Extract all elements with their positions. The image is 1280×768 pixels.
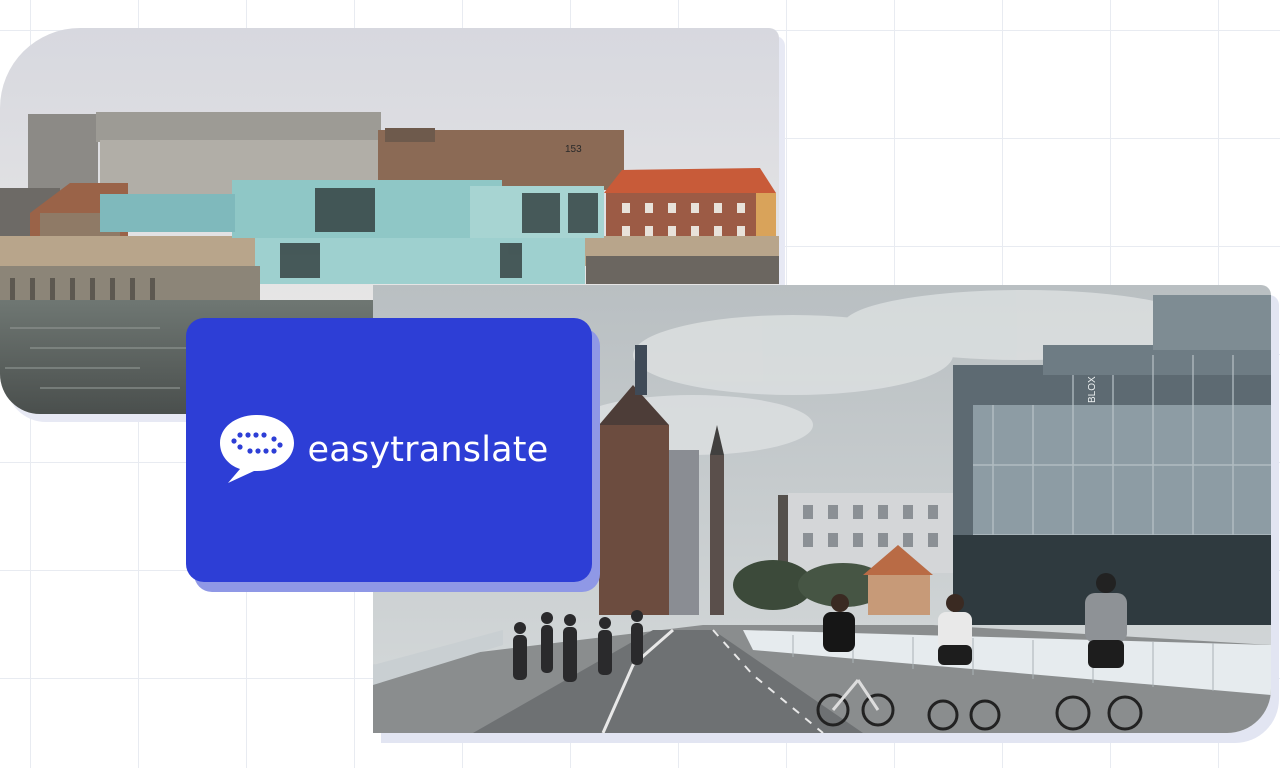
brand-logo-card: easytranslate — [186, 318, 592, 582]
street-sign: BLOX — [1087, 376, 1098, 403]
speech-bubble-arrows-icon — [218, 411, 296, 490]
harbor-sign: 153 — [565, 144, 582, 155]
brand-name: easytranslate — [307, 430, 549, 470]
